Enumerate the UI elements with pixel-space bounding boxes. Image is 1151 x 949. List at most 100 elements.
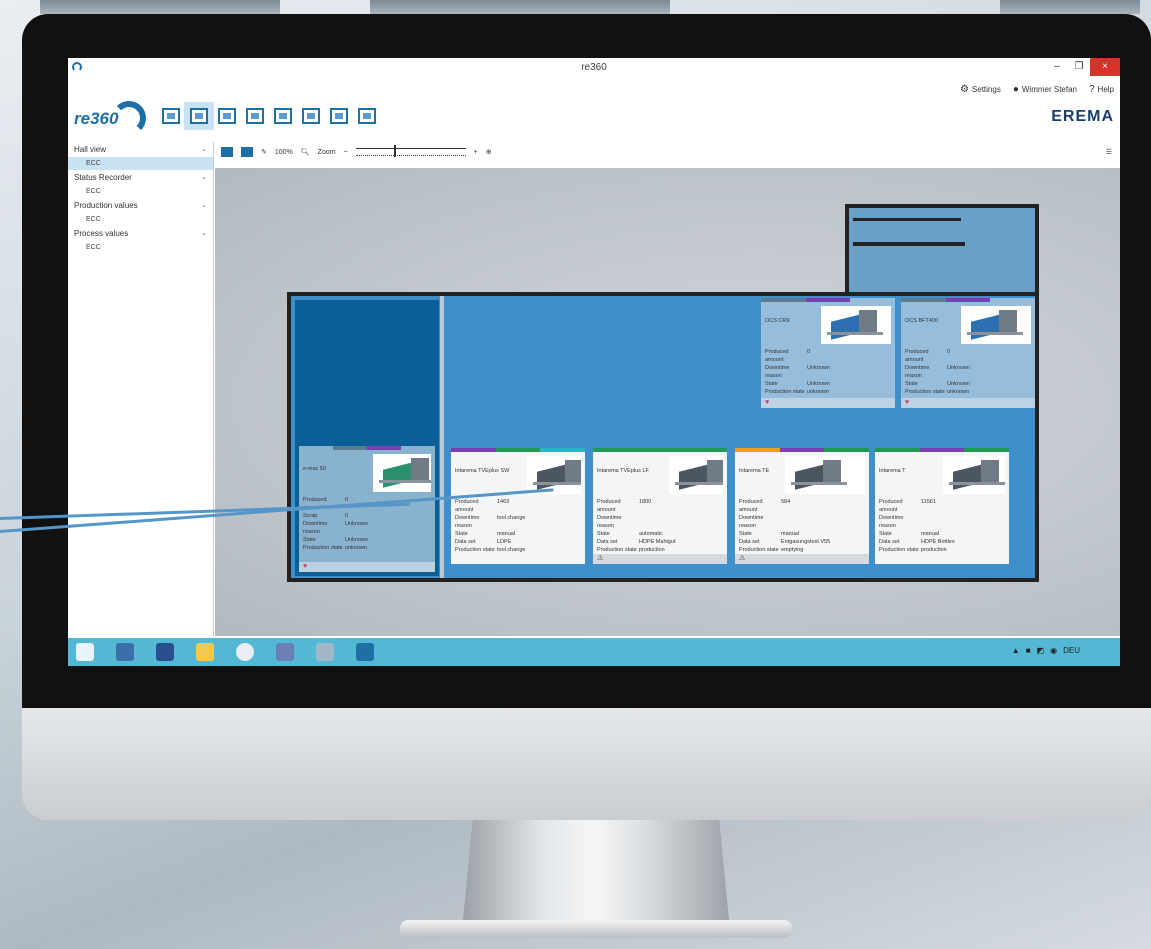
logo-text: re360	[74, 109, 119, 128]
room-divider	[440, 296, 444, 578]
zoom-minus[interactable]: −	[344, 149, 348, 156]
stat-label: Data set	[739, 539, 760, 545]
zoom-plus[interactable]: +	[474, 149, 478, 156]
panel-toggle-icon[interactable]: ☰	[1106, 148, 1112, 156]
zoom-slider-thumb[interactable]	[393, 145, 396, 157]
machine-name: e-mac 50	[303, 466, 326, 472]
chart-icon[interactable]	[218, 108, 236, 124]
zoom-in-icon[interactable]: ⊕	[486, 148, 492, 156]
tray-network-icon[interactable]: ◩	[1037, 646, 1045, 655]
stat-value: unknown	[807, 389, 830, 395]
machine-stats: Produced amount 0 Downtime reason Unknown …	[905, 348, 1031, 396]
machine-card-ocs-bft400[interactable]: OCS BFT400 Produced amount 0 Downtime rea…	[901, 298, 1035, 408]
stat-label: Scrap	[303, 513, 318, 519]
stat-label: State	[905, 381, 918, 387]
machine-card-tveplus-sw[interactable]: Intarema TVEplus SW Produced amount 1463 …	[451, 448, 586, 564]
hall-view-icon[interactable]	[184, 102, 214, 130]
stat-value: Unknown	[947, 365, 970, 371]
tray-volume-icon[interactable]: ◉	[1050, 646, 1057, 655]
stat-value: tool change	[497, 515, 526, 521]
machine-card-te[interactable]: Intarema TE Produced amount 584 Downtime …	[735, 448, 870, 564]
dashboard-icon[interactable]	[162, 108, 180, 124]
stat-value: HDPE Bottles	[921, 539, 955, 545]
card-footer: ♥	[299, 562, 435, 572]
pencil-icon[interactable]: ✎	[261, 148, 267, 156]
file-explorer-icon[interactable]	[196, 643, 214, 661]
warning-icon: ⚠	[739, 555, 746, 562]
stat-label: Produced amount	[879, 499, 903, 513]
app-screen: re360 – ❐ × ⚙ Settings ● Wimmer Stefan ? He…	[68, 58, 1120, 666]
edit-icon[interactable]	[274, 108, 292, 124]
stat-label: Produced amount	[765, 349, 789, 363]
window-controls: – ❐ ×	[1046, 58, 1120, 76]
restore-button[interactable]: ❐	[1068, 58, 1090, 76]
card-footer: ⚠	[735, 554, 869, 564]
help-icon: ?	[1088, 83, 1095, 95]
layout-icon[interactable]	[241, 147, 253, 157]
sidebar-item-ecc[interactable]: ECC	[68, 213, 213, 226]
report-icon[interactable]	[246, 108, 264, 124]
sidebar-group-hall-view[interactable]: Hall view ⌄	[68, 142, 213, 157]
help-link[interactable]: ? Help	[1089, 84, 1114, 95]
heart-icon: ♥	[303, 563, 308, 570]
stat-label: Downtime reason	[879, 515, 904, 529]
zoom-out-icon[interactable]: 🔍︎	[301, 148, 310, 156]
settings-link[interactable]: ⚙ Settings	[960, 84, 1001, 95]
user-label: Wimmer Stefan	[1021, 84, 1077, 94]
chevron-down-icon: ⌄	[201, 146, 207, 153]
alert-icon[interactable]	[330, 108, 348, 124]
heart-icon: ♥	[905, 399, 910, 406]
status-bars	[761, 298, 895, 302]
minimize-button[interactable]: –	[1046, 58, 1068, 76]
card-footer: ♥	[761, 398, 895, 408]
sidebar-item-ecc[interactable]: ECC	[68, 241, 213, 254]
chevron-down-icon: ⌄	[201, 202, 207, 209]
powershell-icon[interactable]	[156, 643, 174, 661]
re360-taskbar-icon[interactable]	[356, 643, 374, 661]
stat-label: State	[597, 531, 610, 537]
sidebar-group-status-recorder[interactable]: Status Recorder ⌄	[68, 170, 213, 185]
camera-icon[interactable]	[302, 108, 320, 124]
stat-value: 0	[947, 349, 951, 355]
machine-card-e-mac[interactable]: e-mac 50 Produced amount0 Scrap0 Downtim…	[299, 446, 435, 572]
sidebar-group-production-values[interactable]: Production values ⌄	[68, 198, 213, 213]
stat-label: Production state	[765, 389, 805, 395]
sidebar-item-ecc[interactable]: ECC	[68, 185, 213, 198]
remote-desktop-icon[interactable]	[316, 643, 334, 661]
user-link[interactable]: ● Wimmer Stefan	[1013, 84, 1077, 95]
stat-label: Production state	[597, 547, 637, 553]
sidebar: Hall view ⌄ ECC Status Recorder ⌄ ECC Prod…	[68, 142, 214, 636]
stat-label: Production state	[455, 547, 495, 553]
os-taskbar: ▲ ■ ◩ ◉ DEU	[68, 638, 1120, 666]
tray-status-icon[interactable]: ■	[1026, 646, 1031, 655]
status-bars	[451, 448, 586, 452]
stat-label: Produced amount	[905, 349, 929, 363]
tray-arrow-icon[interactable]: ▲	[1012, 646, 1020, 655]
browser-icon[interactable]	[236, 643, 254, 661]
system-tray: ▲ ■ ◩ ◉ DEU	[1012, 646, 1080, 655]
status-bars	[875, 448, 1010, 452]
machine-card-t[interactable]: Intarema T Produced amount 11561 Downtime…	[875, 448, 1010, 564]
machine-card-tveplus-lf[interactable]: Intarema TVEplus LF Produced amount 1800 …	[593, 448, 728, 564]
signal-icon[interactable]	[358, 108, 376, 124]
stat-label: Production state	[905, 389, 945, 395]
network-icon[interactable]	[276, 643, 294, 661]
list-icon[interactable]	[221, 147, 233, 157]
chevron-down-icon: ⌄	[201, 230, 207, 237]
close-button[interactable]: ×	[1090, 58, 1120, 76]
chevron-down-icon: ⌄	[201, 174, 207, 181]
stat-value: Entgasungstest V55	[781, 539, 831, 545]
hall-canvas: OCS CR9 Produced amount 0 Downtime reason…	[215, 168, 1120, 636]
monitor-stand	[462, 820, 730, 930]
stat-label: Produced amount	[597, 499, 621, 513]
sidebar-group-label: Process values	[74, 229, 129, 238]
windows-start-icon[interactable]	[76, 643, 94, 661]
sidebar-group-process-values[interactable]: Process values ⌄	[68, 226, 213, 241]
card-footer: ⚠	[593, 554, 727, 564]
language-indicator[interactable]: DEU	[1063, 646, 1080, 655]
sidebar-item-ecc[interactable]: ECC	[68, 157, 213, 170]
machine-card-ocs-cr9[interactable]: OCS CR9 Produced amount 0 Downtime reason…	[761, 298, 895, 408]
server-manager-icon[interactable]	[116, 643, 134, 661]
zoom-slider[interactable]	[355, 145, 466, 157]
stat-label: State	[765, 381, 778, 387]
